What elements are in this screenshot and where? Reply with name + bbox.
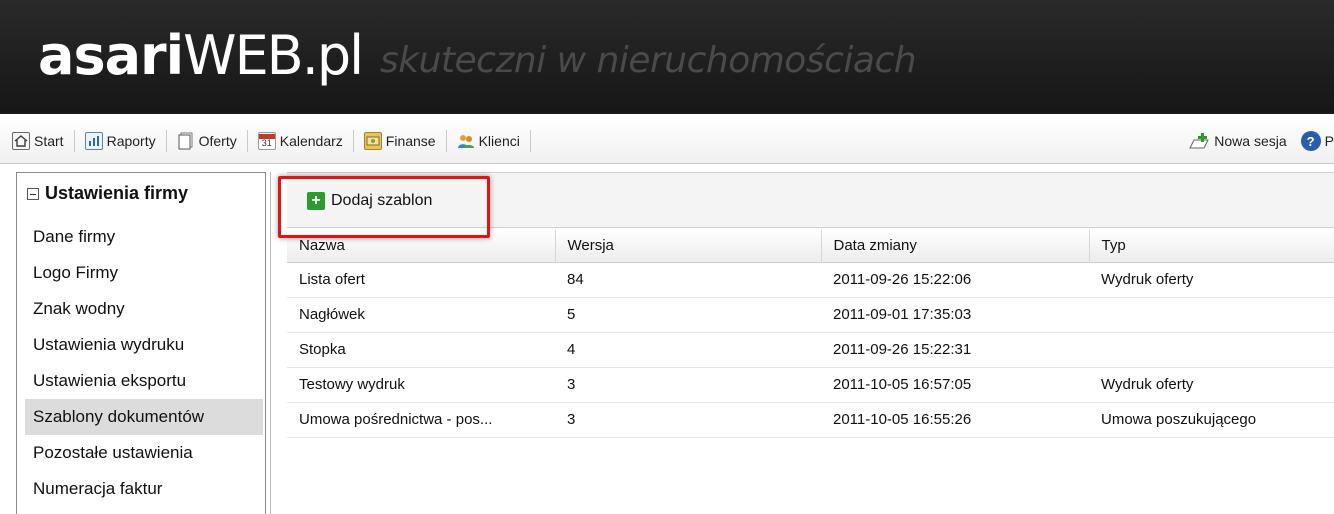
toolbar-start[interactable]: Start	[6, 126, 70, 156]
toolbar-separator	[445, 129, 447, 152]
toolbar-klienci-label: Klienci	[478, 132, 520, 149]
sidebar-item-ustawienia-eksportu[interactable]: Ustawienia eksportu	[25, 363, 263, 399]
cell-wersja: 5	[555, 297, 821, 333]
cell-typ: Wydruk oferty	[1089, 367, 1334, 403]
cell-wersja: 4	[555, 332, 821, 368]
sidebar-title: Ustawienia firmy	[45, 183, 189, 203]
toolbar-right: Nowa sesja ? P	[1182, 126, 1334, 156]
toolbar-separator	[246, 129, 248, 152]
table-row[interactable]: Testowy wydruk 3 2011-10-05 16:57:05 Wyd…	[287, 367, 1334, 403]
toolbar-raporty-label: Raporty	[106, 132, 156, 149]
column-header-typ[interactable]: Typ	[1089, 230, 1334, 263]
app-header: asari WEB.pl skuteczni w nieruchomościach	[0, 0, 1334, 114]
logo-light-text: WEB.pl	[183, 24, 364, 87]
toolbar-kalendarz-label: Kalendarz	[279, 132, 343, 149]
cell-typ: Wydruk oferty	[1089, 262, 1334, 298]
cell-data-zmiany: 2011-09-01 17:35:03	[821, 297, 1089, 333]
templates-table: Nazwa Wersja Data zmiany Typ Lista ofert…	[287, 230, 1334, 438]
help-label-partial[interactable]: P	[1325, 133, 1334, 149]
sidebar-section-header[interactable]: Ustawienia firmy	[27, 183, 188, 204]
sidebar-item-szablony-dokumentow[interactable]: Szablony dokumentów	[25, 399, 263, 435]
toolbar-start-label: Start	[34, 132, 64, 149]
toolbar-raporty[interactable]: Raporty	[79, 126, 162, 156]
finance-icon	[363, 131, 382, 150]
cell-data-zmiany: 2011-10-05 16:55:26	[821, 402, 1089, 438]
sidebar-item-ustawienia-wydruku[interactable]: Ustawienia wydruku	[25, 327, 263, 363]
settings-sidebar: Ustawienia firmy Dane firmy Logo Firmy Z…	[16, 172, 266, 514]
cell-data-zmiany: 2011-10-05 16:57:05	[821, 367, 1089, 403]
toolbar-oferty[interactable]: Oferty	[171, 126, 243, 156]
sidebar-item-znak-wodny[interactable]: Znak wodny	[25, 291, 263, 327]
cell-nazwa: Stopka	[287, 332, 555, 368]
offers-icon	[177, 132, 195, 150]
cell-data-zmiany: 2011-09-26 15:22:06	[821, 262, 1089, 298]
cell-nazwa: Testowy wydruk	[287, 367, 555, 403]
logo-bold-text: asari	[38, 24, 184, 87]
column-header-wersja[interactable]: Wersja	[555, 230, 822, 263]
table-row[interactable]: Nagłówek 5 2011-09-01 17:35:03	[287, 297, 1334, 333]
cell-nazwa: Lista ofert	[287, 262, 555, 298]
toolbar-finanse[interactable]: Finanse	[358, 126, 442, 156]
cell-nazwa: Umowa pośrednictwa - pos...	[287, 402, 555, 438]
column-header-data-zmiany[interactable]: Data zmiany	[821, 230, 1090, 263]
cell-wersja: 84	[555, 262, 821, 298]
toolbar-oferty-label: Oferty	[198, 132, 237, 149]
sidebar-item-logo-firmy[interactable]: Logo Firmy	[25, 255, 263, 291]
brand-tagline: skuteczni w nieruchomościach	[380, 40, 917, 81]
highlight-box	[278, 176, 490, 238]
cell-typ: Umowa poszukującego	[1089, 402, 1334, 438]
report-icon	[84, 131, 103, 150]
table-row[interactable]: Umowa pośrednictwa - pos... 3 2011-10-05…	[287, 402, 1334, 438]
table-row[interactable]: Stopka 4 2011-09-26 15:22:31	[287, 332, 1334, 368]
toolbar-separator	[529, 129, 531, 152]
table-row[interactable]: Lista ofert 84 2011-09-26 15:22:06 Wydru…	[287, 262, 1334, 298]
toolbar-kalendarz[interactable]: 31 Kalendarz	[252, 126, 349, 156]
new-session-label: Nowa sesja	[1214, 133, 1287, 149]
cell-typ	[1089, 297, 1334, 333]
toolbar-separator	[73, 129, 75, 152]
calendar-day-number: 31	[261, 137, 272, 148]
sidebar-item-dane-firmy[interactable]: Dane firmy	[25, 219, 263, 255]
cell-data-zmiany: 2011-09-26 15:22:31	[821, 332, 1089, 368]
toolbar-separator	[165, 129, 167, 152]
sidebar-item-numeracja-faktur[interactable]: Numeracja faktur	[25, 471, 263, 507]
toolbar-finanse-label: Finanse	[385, 132, 436, 149]
cell-wersja: 3	[555, 402, 821, 438]
new-session-button[interactable]: Nowa sesja	[1182, 126, 1292, 156]
home-icon	[12, 131, 30, 150]
main-toolbar: Start Raporty Oferty 31 Kalendarz Finans…	[0, 118, 1334, 164]
sidebar-list: Dane firmy Logo Firmy Znak wodny Ustawie…	[25, 219, 263, 507]
toolbar-klienci[interactable]: Klienci	[451, 126, 526, 156]
cell-typ	[1089, 332, 1334, 368]
clients-icon	[457, 132, 475, 150]
calendar-icon: 31	[257, 131, 276, 150]
cell-nazwa: Nagłówek	[287, 297, 555, 333]
toolbar-separator	[352, 129, 354, 152]
sidebar-item-pozostale-ustawienia[interactable]: Pozostałe ustawienia	[25, 435, 263, 471]
collapse-icon[interactable]	[27, 187, 39, 200]
new-session-icon	[1188, 132, 1210, 150]
brand-logo[interactable]: asari WEB.pl	[38, 24, 364, 94]
cell-wersja: 3	[555, 367, 821, 403]
help-icon[interactable]: ?	[1300, 131, 1321, 151]
